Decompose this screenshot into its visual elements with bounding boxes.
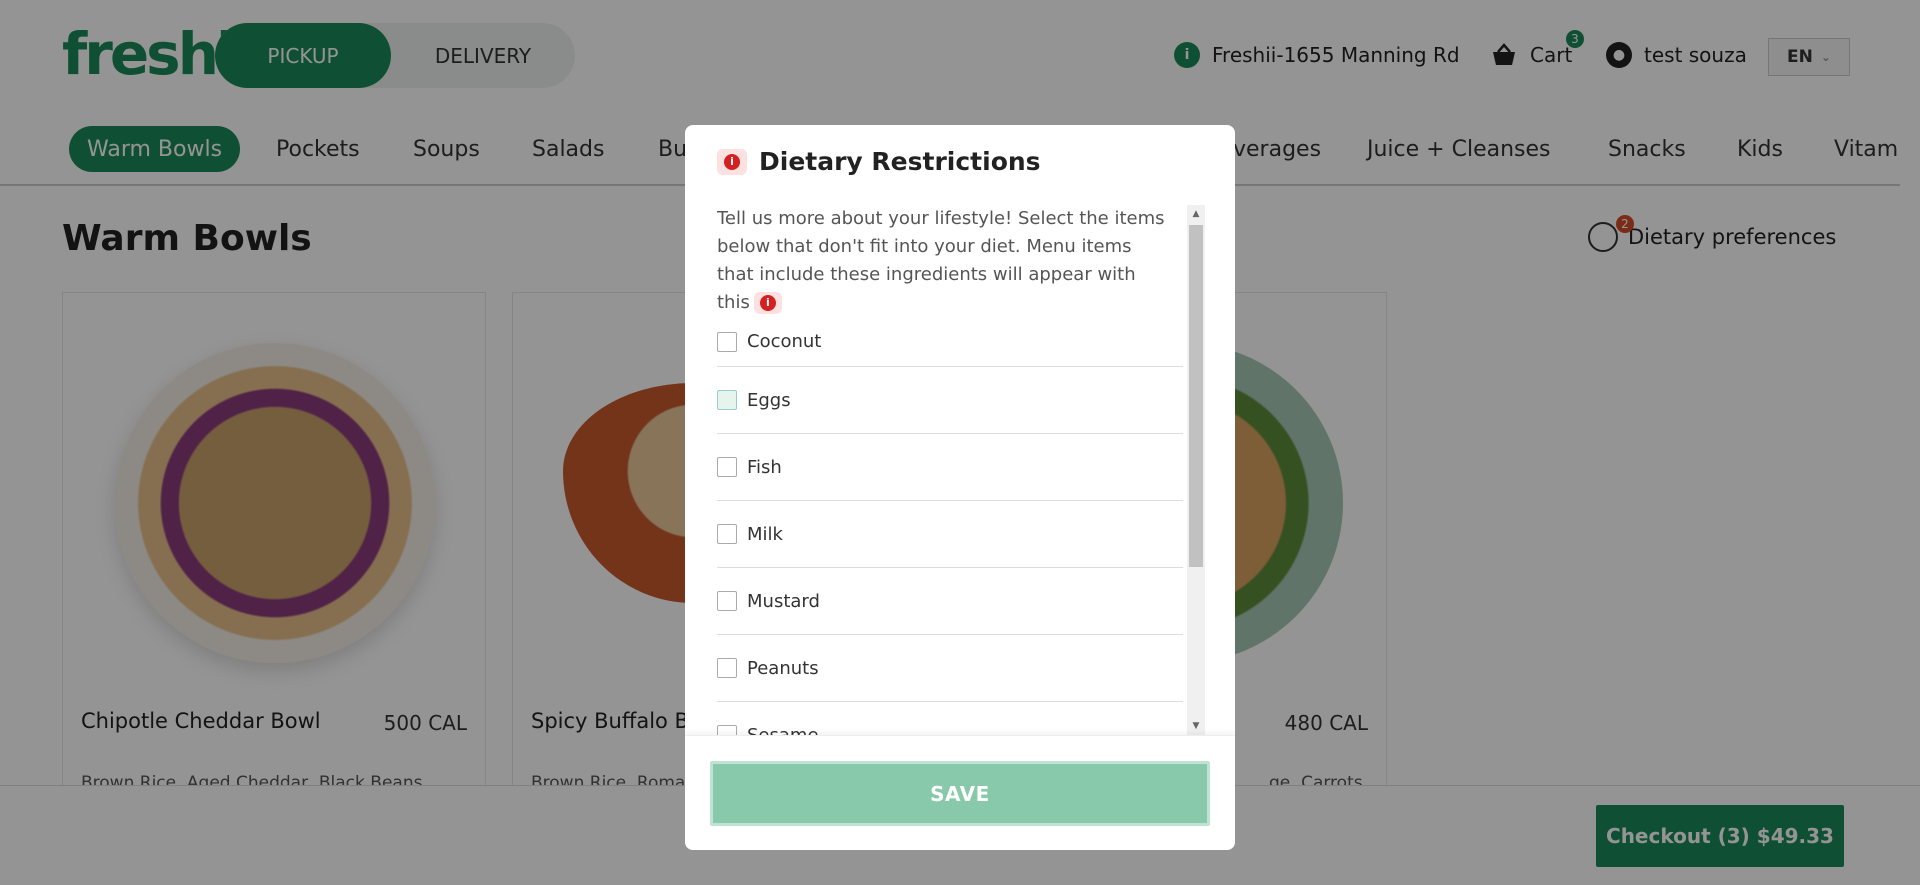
restriction-option[interactable]: Milk — [717, 501, 1183, 568]
option-label: Coconut — [747, 331, 822, 352]
checkbox[interactable] — [717, 524, 737, 544]
option-label: Fish — [747, 456, 782, 478]
checkbox[interactable] — [717, 331, 737, 352]
option-label: Mustard — [747, 590, 820, 612]
restriction-option[interactable]: Coconut — [717, 317, 1183, 367]
restriction-option[interactable]: Eggs — [717, 367, 1183, 434]
restriction-option[interactable]: Peanuts — [717, 635, 1183, 702]
modal-header: i Dietary Restrictions — [717, 147, 1041, 176]
scrollbar[interactable]: ▲ ▼ — [1187, 205, 1205, 735]
checkbox[interactable] — [717, 390, 737, 410]
checkbox[interactable] — [717, 457, 737, 477]
modal-footer: SAVE — [685, 735, 1235, 850]
option-label: Sesame — [747, 724, 819, 736]
scrollbar-thumb[interactable] — [1189, 225, 1203, 567]
option-label: Eggs — [747, 389, 791, 411]
restriction-option[interactable]: Sesame — [717, 702, 1183, 735]
checkbox[interactable] — [717, 725, 737, 735]
checkbox[interactable] — [717, 591, 737, 611]
scroll-up-arrow-icon[interactable]: ▲ — [1187, 205, 1205, 223]
checkbox[interactable] — [717, 658, 737, 678]
restriction-info-icon: i — [717, 148, 747, 175]
save-button[interactable]: SAVE — [710, 761, 1210, 826]
scroll-down-arrow-icon[interactable]: ▼ — [1187, 717, 1205, 735]
option-label: Milk — [747, 523, 783, 545]
restriction-option[interactable]: Fish — [717, 434, 1183, 501]
modal-intro-text: Tell us more about your lifestyle! Selec… — [717, 208, 1165, 313]
modal-intro: Tell us more about your lifestyle! Selec… — [717, 205, 1167, 317]
restriction-info-icon: i — [753, 292, 782, 314]
restrictions-list[interactable]: Tell us more about your lifestyle! Selec… — [717, 205, 1187, 735]
dietary-restrictions-modal: i Dietary Restrictions Tell us more abou… — [685, 125, 1235, 850]
modal-title: Dietary Restrictions — [759, 147, 1041, 176]
restriction-option[interactable]: Mustard — [717, 568, 1183, 635]
option-label: Peanuts — [747, 657, 819, 679]
